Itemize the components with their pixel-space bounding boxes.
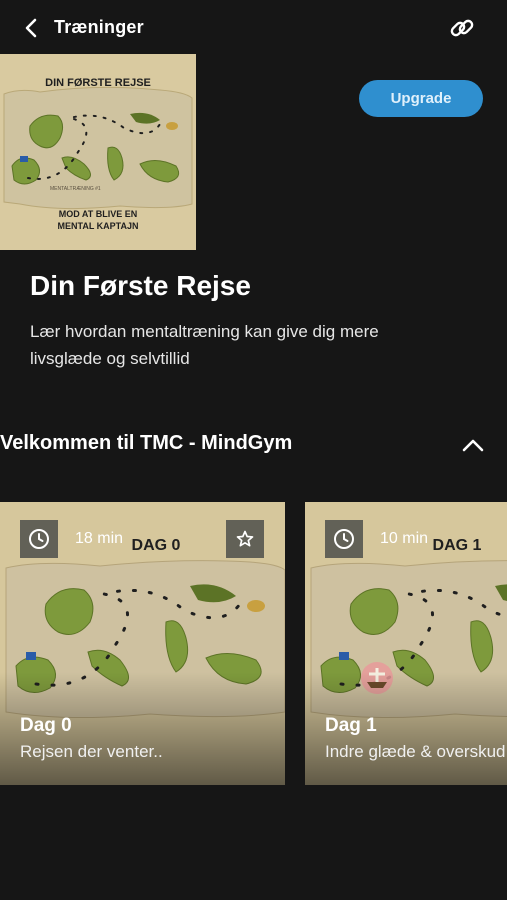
section-title: Velkommen til TMC - MindGym [0,432,293,454]
session-card-day-0[interactable]: DAG 0 18 min Dag 0 Rejsen der venter.. [0,502,285,785]
cover-caption: MOD AT BLIVE EN MENTAL KAPTAJN [57,209,139,231]
card-description: Rejsen der venter.. [20,742,163,761]
program-title: Din Første Rejse [30,270,251,301]
chevron-up-icon[interactable] [460,434,486,458]
session-card-day-1[interactable]: DAG 1 10 min Dag 1 Indre glæde & oversku… [305,502,507,785]
top-bar: Træninger [0,0,507,56]
upgrade-button[interactable]: Upgrade [359,80,483,117]
link-icon[interactable] [448,14,476,42]
page-title: Træninger [54,17,144,37]
card-map-label: DAG 1 [433,537,482,554]
card-description: Indre glæde & overskud [325,742,506,761]
card-day-label: Dag 1 [325,715,377,736]
cover-watermark: MENTALTRÆNING #1 [50,186,101,192]
card-day-label: Dag 0 [20,715,72,736]
star-icon[interactable] [226,520,264,558]
card-map-label: DAG 0 [132,537,181,554]
card-duration: 18 min [75,530,124,547]
program-cover-image: DIN FØRSTE REJSE MENTALTRÆNING #1 MOD AT… [0,54,196,250]
cover-map-title: DIN FØRSTE REJSE [45,77,151,89]
chevron-left-icon[interactable] [20,16,44,40]
clock-icon [325,520,363,558]
program-description: Lær hvordan mentaltræning kan give dig m… [30,322,379,368]
card-duration: 10 min [380,530,429,547]
clock-icon [20,520,58,558]
